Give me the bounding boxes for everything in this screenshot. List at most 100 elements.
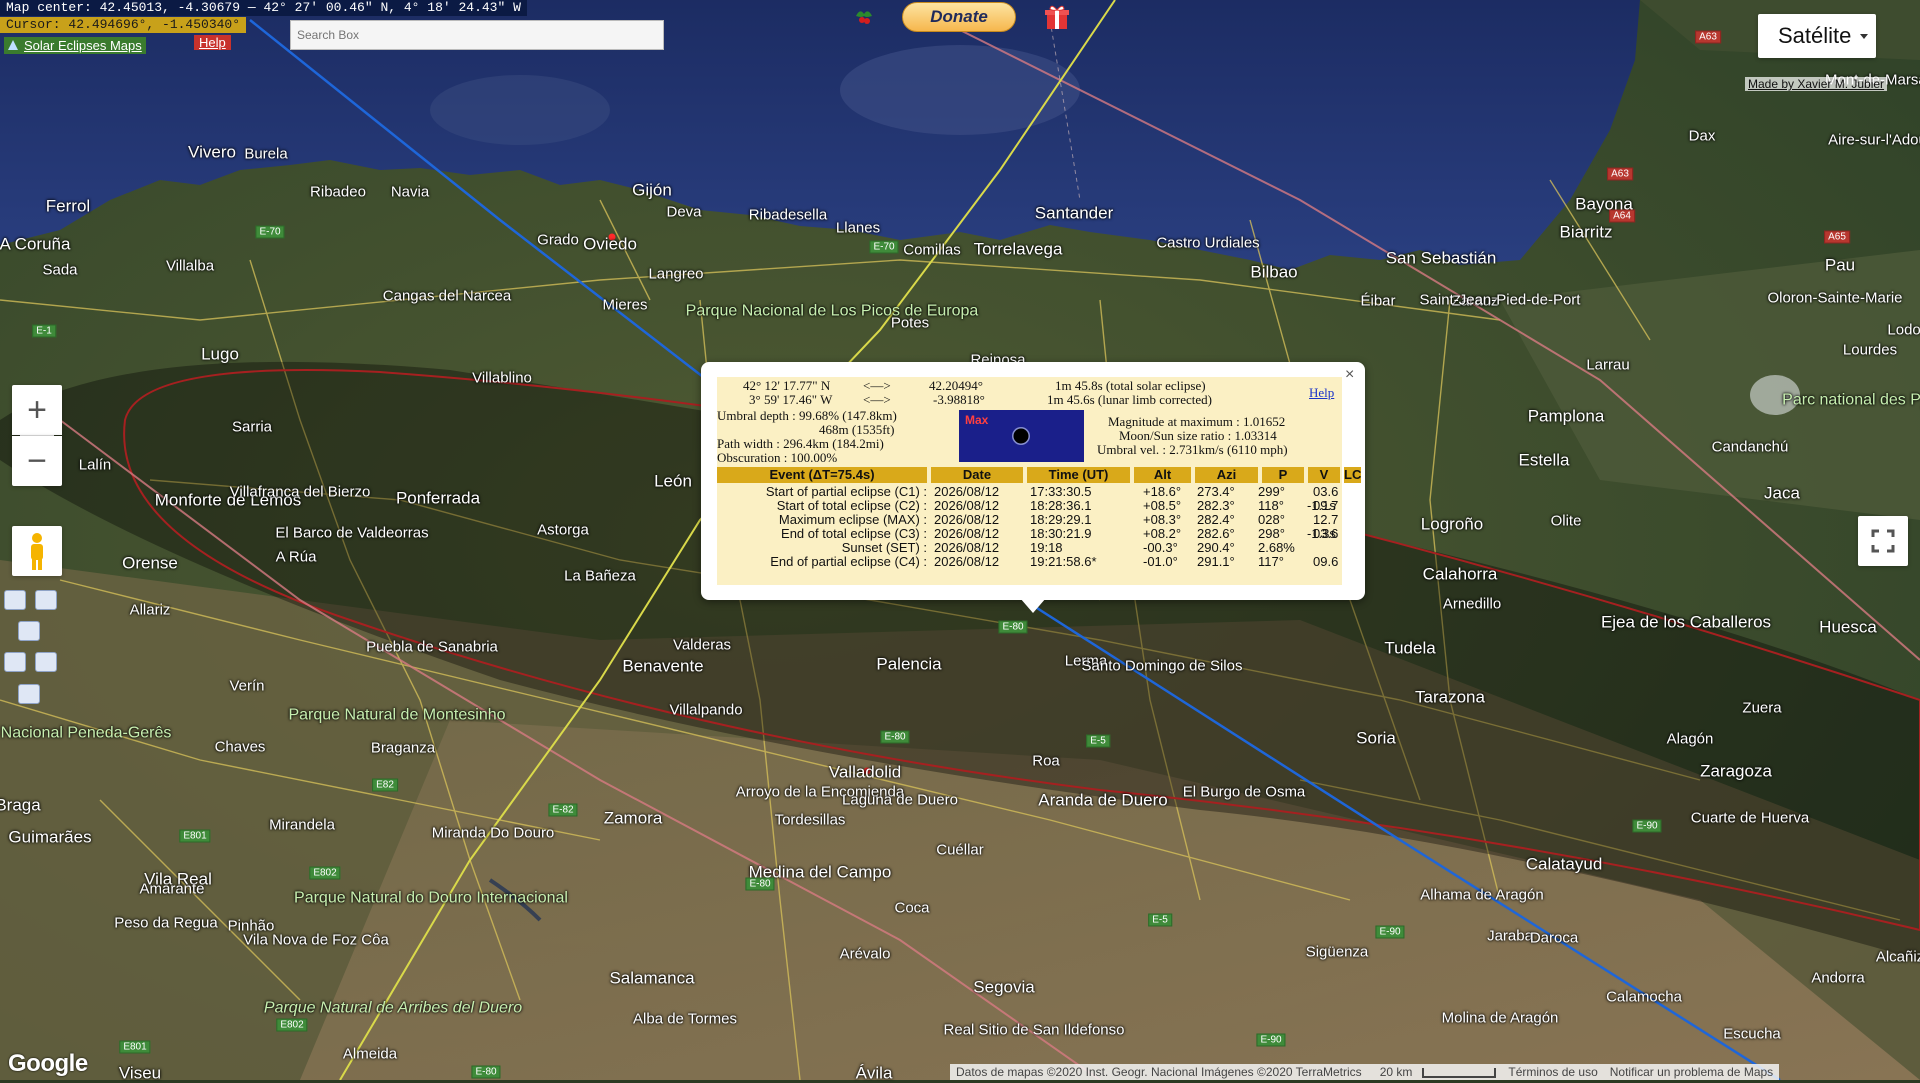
table-cell: 18:30:21.9 — [1030, 526, 1092, 541]
road-shield: A63 — [1695, 30, 1721, 44]
place-label: Arévalo — [839, 945, 891, 963]
table-header-cell: Azi — [1195, 467, 1258, 483]
place-label: Escucha — [1723, 1025, 1781, 1043]
compass-tool-icon[interactable] — [4, 590, 26, 610]
map-center-readout: Map center: 42.45013, -4.30679 — 42° 27'… — [0, 0, 527, 16]
place-label: Huesca — [1819, 617, 1877, 637]
report-problem-link[interactable]: Notificar un problema de Maps — [1604, 1064, 1779, 1080]
table-cell: 2026/08/12 — [934, 526, 1000, 541]
road-shield: E-80 — [880, 730, 910, 744]
road-shield: A63 — [1607, 167, 1633, 181]
place-label: Zamora — [603, 808, 663, 828]
search-input[interactable] — [290, 20, 664, 50]
place-label: Daroca — [1529, 929, 1579, 947]
solar-eclipses-maps-link[interactable]: Solar Eclipses Maps — [4, 37, 146, 54]
lon-dms: 3° 59' 17.46" W — [749, 392, 833, 407]
place-label: San Sebastián — [1385, 248, 1497, 268]
car-tool-icon[interactable] — [18, 621, 40, 641]
place-label: Tarazona — [1415, 687, 1485, 707]
caret-down-icon — [1860, 34, 1868, 39]
place-label: Salamanca — [609, 968, 695, 988]
place-label: Mieres — [602, 296, 648, 314]
map-type-dropdown[interactable]: Satélite — [1758, 14, 1876, 58]
table-header-cell: P — [1262, 467, 1304, 483]
place-label: Lugo — [201, 344, 239, 364]
zoom-tool-icon[interactable] — [35, 590, 57, 610]
popup-help-link[interactable]: Help — [1309, 386, 1334, 399]
place-label: Gijón — [632, 180, 672, 200]
place-label: Castro Urdiales — [1156, 234, 1260, 252]
umbral-velocity: Umbral vel. : 2.731km/s (6110 mph) — [1097, 442, 1288, 457]
zoom-out-button[interactable]: − — [12, 436, 62, 486]
elevation-tool-icon[interactable] — [35, 652, 57, 672]
road-shield: A65 — [1824, 230, 1850, 244]
place-label: Villalpando — [669, 701, 743, 719]
measure-tool-icon[interactable] — [4, 652, 26, 672]
holly-icon[interactable] — [850, 2, 878, 30]
place-label: Real Sitio de San Ildefonso — [943, 1021, 1125, 1039]
place-label: Ribadeo — [310, 183, 366, 201]
table-cell: 273.4° — [1197, 484, 1235, 499]
place-label: Chaves — [214, 738, 266, 756]
gift-icon[interactable] — [1042, 2, 1072, 32]
place-label: Zuera — [1742, 699, 1782, 717]
street-view-pegman[interactable] — [12, 526, 62, 576]
table-header-cell: V — [1308, 467, 1340, 483]
table-cell: 2026/08/12 — [934, 554, 1000, 569]
place-label: Braganza — [370, 739, 436, 757]
place-label: Zaragoza — [1700, 761, 1772, 781]
place-label: Logroño — [1420, 514, 1484, 534]
eclipse-info-panel: 42° 12' 17.77" N <—> 42.20494° 3° 59' 17… — [717, 377, 1362, 585]
road-shield: E-1 — [32, 324, 56, 338]
place-label: Pau — [1824, 255, 1856, 275]
table-cell: 298° — [1258, 526, 1285, 541]
arrow-2: <—> — [863, 392, 891, 407]
place-label: Calamocha — [1606, 988, 1682, 1006]
place-label: Cuarte de Huerva — [1690, 809, 1810, 827]
place-label: Sada — [42, 261, 78, 279]
place-label: Potes — [890, 314, 930, 332]
terms-link[interactable]: Términos de uso — [1502, 1064, 1603, 1080]
table-header-cell: Time (UT) — [1027, 467, 1130, 483]
place-label: A Rúa — [275, 548, 317, 566]
place-label: Parque Natural do Douro Internacional — [294, 889, 568, 907]
scale-bar-graphic — [1422, 1067, 1497, 1078]
place-label: Calahorra — [1422, 564, 1498, 584]
place-label: Olite — [1550, 512, 1582, 530]
place-label: Deva — [666, 203, 702, 221]
place-label: Verín — [229, 677, 265, 695]
road-shield: E802 — [276, 1018, 308, 1032]
place-label: Molina de Aragón — [1441, 1009, 1559, 1027]
place-label: Astorga — [537, 521, 589, 539]
place-label: Larrau — [1586, 356, 1630, 374]
table-cell: 09.6 — [1313, 554, 1339, 569]
road-shield: E801 — [179, 829, 211, 843]
umbral-depth: Umbral depth : 99.68% (147.8km) — [717, 408, 897, 423]
close-icon[interactable]: × — [1345, 366, 1354, 384]
scale-label: 20 km — [1379, 1065, 1413, 1079]
totality-duration: 1m 45.8s (total solar eclipse) — [1055, 378, 1206, 393]
table-cell: -00.3° — [1143, 540, 1178, 555]
table-cell: End of total eclipse (C3) : — [781, 526, 927, 541]
help-link[interactable]: Help — [194, 35, 231, 50]
place-label: Ponferrada — [395, 488, 481, 508]
place-label: Alba de Tormes — [633, 1010, 737, 1028]
table-cell: 117° — [1258, 554, 1284, 569]
fullscreen-button[interactable] — [1858, 516, 1908, 566]
road-shield: E-70 — [869, 240, 899, 254]
place-label: Oloron-Sainte-Marie — [1767, 289, 1903, 307]
table-cell: 028° — [1258, 512, 1285, 527]
place-label: Aranda de Duero — [1038, 790, 1168, 810]
table-cell: 2026/08/12 — [934, 540, 1000, 555]
place-label: Villafranca del Bierzo — [229, 483, 371, 501]
made-by-link[interactable]: Made by Xavier M. Jubier — [1745, 77, 1888, 91]
path-width: Path width : 296.4km (184.2mi) — [717, 436, 884, 451]
location-tool-icon[interactable] — [18, 684, 40, 704]
place-label: El Burgo de Osma — [1182, 783, 1306, 801]
place-label: Villablino — [472, 369, 532, 387]
donate-button[interactable]: Donate — [902, 2, 1016, 32]
zoom-in-button[interactable]: + — [12, 385, 62, 435]
place-label: A Coruña — [0, 234, 71, 254]
scale-bar[interactable]: 20 km — [1368, 1064, 1503, 1080]
road-shield: E-80 — [471, 1065, 501, 1079]
